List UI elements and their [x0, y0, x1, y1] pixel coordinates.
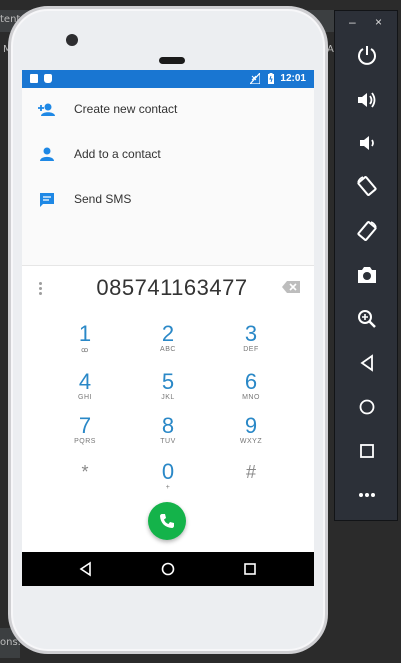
key-7[interactable]: 7 PQRS: [50, 414, 120, 458]
send-sms-action[interactable]: Send SMS: [22, 178, 314, 222]
key-0[interactable]: 0 +: [133, 460, 203, 504]
key-8[interactable]: 8 TUV: [133, 414, 203, 458]
key-3[interactable]: 3 DEF: [216, 322, 286, 366]
zoom-icon[interactable]: [355, 307, 379, 331]
add-person-icon: [38, 103, 55, 116]
overflow-menu-icon[interactable]: [36, 280, 44, 296]
action-label: Send SMS: [74, 192, 132, 206]
ide-tab-right[interactable]: A: [327, 44, 334, 55]
key-4[interactable]: 4 GHI: [50, 370, 120, 414]
signal-icon: [250, 73, 260, 84]
key-1[interactable]: 1ꝏ: [50, 322, 120, 366]
message-icon: [40, 193, 54, 207]
close-button[interactable]: ×: [375, 15, 382, 29]
home-icon[interactable]: [160, 561, 176, 577]
back-icon[interactable]: [355, 351, 379, 375]
backspace-icon[interactable]: [281, 280, 301, 294]
overview-icon[interactable]: [355, 439, 379, 463]
dial-pad: 1ꝏ 2 ABC 3 DEF 4 GHI 5 JKL 6 MNO 7 PQRS 8 TUV 9…: [22, 310, 314, 586]
add-to-contact-action[interactable]: Add to a contact: [22, 133, 314, 177]
action-label: Create new contact: [74, 102, 178, 116]
phone-screen: 12:01 Create new contact Add to a contac…: [22, 70, 314, 586]
android-icon: [44, 74, 52, 83]
key-star[interactable]: *: [50, 460, 120, 504]
key-9[interactable]: 9 WXYZ: [216, 414, 286, 458]
dialed-number[interactable]: 085741163477: [72, 275, 272, 301]
camera-icon[interactable]: [355, 263, 379, 287]
sd-card-icon: [30, 74, 38, 83]
key-hash[interactable]: #: [216, 460, 286, 504]
rotate-left-icon[interactable]: [355, 174, 379, 198]
action-label: Add to a contact: [74, 147, 161, 161]
phone-icon: [160, 514, 174, 528]
key-6[interactable]: 6 MNO: [216, 370, 286, 414]
more-icon[interactable]: [355, 483, 379, 507]
overview-icon[interactable]: [242, 561, 258, 577]
status-bar: 12:01: [22, 70, 314, 88]
volume-down-icon[interactable]: [355, 131, 379, 155]
back-icon[interactable]: [78, 561, 94, 577]
key-5[interactable]: 5 JKL: [133, 370, 203, 414]
contact-actions-list: Create new contact Add to a contact Send…: [22, 88, 314, 263]
key-2[interactable]: 2 ABC: [133, 322, 203, 366]
rotate-right-icon[interactable]: [355, 219, 379, 243]
power-icon[interactable]: [355, 43, 379, 67]
status-time: 12:01: [280, 73, 306, 84]
person-icon: [40, 147, 54, 161]
home-icon[interactable]: [355, 395, 379, 419]
dialed-number-row: 085741163477: [22, 265, 314, 311]
earpiece-speaker: [159, 57, 185, 64]
create-new-contact-action[interactable]: Create new contact: [22, 88, 314, 132]
minimize-button[interactable]: –: [349, 15, 356, 29]
call-button[interactable]: [148, 502, 186, 540]
android-nav-bar: [22, 552, 314, 586]
volume-up-icon[interactable]: [355, 88, 379, 112]
front-camera: [66, 34, 78, 46]
battery-icon: [268, 73, 274, 84]
emulator-toolbar: – ×: [334, 10, 398, 521]
